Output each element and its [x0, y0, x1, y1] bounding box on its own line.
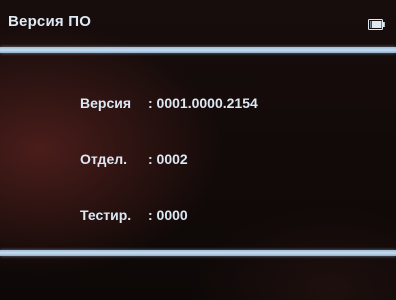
header-divider: [0, 47, 396, 53]
header-bar: Версия ПО: [0, 0, 396, 46]
department-value: : 0002: [148, 151, 188, 167]
version-label: Версия: [80, 95, 132, 111]
device-screen: Версия ПО Версия : 0001.0000.2154 Отдел.…: [0, 0, 396, 300]
department-label: Отдел.: [80, 151, 128, 167]
footer-divider: [0, 250, 396, 256]
test-label: Тестир.: [80, 207, 132, 223]
page-title: Версия ПО: [8, 13, 92, 30]
battery-icon: [368, 17, 385, 30]
test-value: : 0000: [148, 207, 188, 223]
version-value: : 0001.0000.2154: [148, 95, 258, 111]
